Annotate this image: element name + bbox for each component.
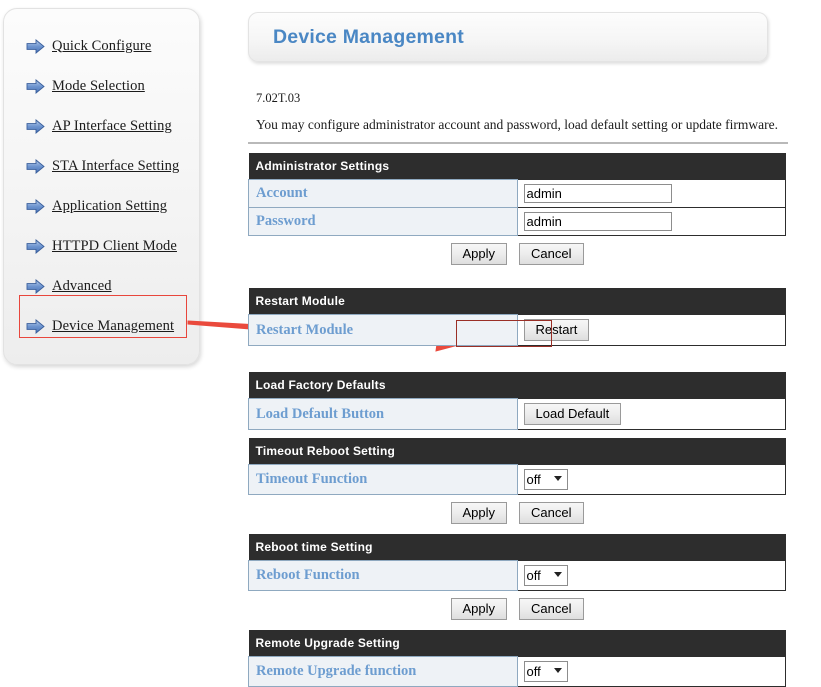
timeout-function-select[interactable]: off [523, 469, 568, 490]
cancel-button[interactable]: Cancel [519, 243, 584, 265]
cancel-button[interactable]: Cancel [519, 598, 584, 620]
blue-arrow-icon [26, 238, 45, 254]
section-header-row: Restart Module [248, 288, 786, 315]
password-value-cell [516, 207, 786, 236]
sidebar-item-label: Quick Configure [52, 37, 152, 54]
remote-upgrade-label: Remote Upgrade function [248, 656, 518, 687]
restart-button[interactable]: Restart [523, 319, 590, 341]
reboot-function-select-wrap: off [523, 565, 568, 586]
timeout-function-value-cell: off [516, 464, 786, 495]
table-row: Remote Upgrade function off [248, 656, 786, 687]
administrator-button-row: Apply Cancel [248, 243, 786, 267]
section-header-row: Remote Upgrade Setting [248, 630, 786, 657]
page-title: Device Management [273, 25, 464, 48]
remote-upgrade-table: Remote Upgrade Setting Remote Upgrade fu… [248, 630, 786, 687]
table-row: Password [248, 207, 786, 236]
section-title: Reboot time Setting [248, 534, 786, 561]
section-title: Timeout Reboot Setting [248, 438, 786, 465]
section-title: Load Factory Defaults [248, 372, 786, 399]
sidebar-item-httpd-client-mode[interactable]: HTTPD Client Mode [26, 235, 177, 257]
annotation-box-device-management [19, 295, 187, 338]
cancel-button[interactable]: Cancel [519, 502, 584, 524]
section-header-row: Reboot time Setting [248, 534, 786, 561]
blue-arrow-icon [26, 158, 45, 174]
sidebar-item-application-setting[interactable]: Application Setting [26, 195, 167, 217]
section-header-row: Timeout Reboot Setting [248, 438, 786, 465]
timeout-button-row: Apply Cancel [248, 502, 786, 526]
page-description: You may configure administrator account … [256, 117, 778, 132]
sidebar-item-advanced[interactable]: Advanced [26, 275, 112, 297]
section-title: Remote Upgrade Setting [248, 630, 786, 657]
section-title: Administrator Settings [248, 153, 786, 180]
main-content: Device Management 7.02T.03 You may confi… [248, 0, 788, 687]
sidebar-item-label: HTTPD Client Mode [52, 237, 177, 254]
restart-value-cell: Restart [516, 314, 786, 346]
table-row: Timeout Function off [248, 464, 786, 495]
section-header-row: Load Factory Defaults [248, 372, 786, 399]
sidebar-item-label: Advanced [52, 277, 112, 294]
timeout-function-label: Timeout Function [248, 464, 518, 495]
sidebar-item-sta-interface-setting[interactable]: STA Interface Setting [26, 155, 179, 177]
table-row: Reboot Function off [248, 560, 786, 591]
load-default-value-cell: Load Default [516, 398, 786, 430]
section-title: Restart Module [248, 288, 786, 315]
account-label: Account [248, 179, 518, 208]
administrator-settings-table: Administrator Settings Account Password [248, 153, 786, 236]
sidebar-item-mode-selection[interactable]: Mode Selection [26, 75, 145, 97]
sidebar-item-ap-interface-setting[interactable]: AP Interface Setting [26, 115, 172, 137]
table-row: Account [248, 179, 786, 208]
firmware-version: 7.02T.03 [256, 91, 301, 105]
restart-module-table: Restart Module Restart Module Restart [248, 288, 786, 346]
blue-arrow-icon [26, 38, 45, 54]
blue-arrow-icon [26, 118, 45, 134]
table-row: Load Default Button Load Default [248, 398, 786, 430]
section-header-row: Administrator Settings [248, 153, 786, 180]
load-default-label: Load Default Button [248, 398, 518, 430]
blue-arrow-icon [26, 198, 45, 214]
sidebar-item-label: Application Setting [52, 197, 168, 214]
password-input[interactable] [523, 212, 672, 231]
remote-upgrade-value-cell: off [516, 656, 786, 687]
apply-button[interactable]: Apply [450, 598, 508, 620]
reboot-function-label: Reboot Function [248, 560, 518, 591]
timeout-reboot-table: Timeout Reboot Setting Timeout Function … [248, 438, 786, 495]
sidebar-item-quick-configure[interactable]: Quick Configure [26, 35, 151, 57]
sidebar-item-label: AP Interface Setting [52, 117, 172, 134]
password-label: Password [248, 207, 518, 236]
load-default-button[interactable]: Load Default [523, 403, 622, 425]
sidebar-item-label: STA Interface Setting [52, 157, 180, 174]
reboot-button-row: Apply Cancel [248, 598, 786, 622]
blue-arrow-icon [26, 78, 45, 94]
reboot-function-select[interactable]: off [523, 565, 568, 586]
load-factory-defaults-table: Load Factory Defaults Load Default Butto… [248, 372, 786, 430]
apply-button[interactable]: Apply [450, 243, 508, 265]
table-row: Restart Module Restart [248, 314, 786, 346]
remote-upgrade-select[interactable]: off [523, 661, 568, 682]
reboot-function-value-cell: off [516, 560, 786, 591]
reboot-time-table: Reboot time Setting Reboot Function off [248, 534, 786, 591]
blue-arrow-icon [26, 278, 45, 294]
remote-upgrade-select-wrap: off [523, 661, 568, 682]
account-value-cell [516, 179, 786, 208]
content-divider [248, 142, 788, 144]
timeout-function-select-wrap: off [523, 469, 568, 490]
account-input[interactable] [523, 184, 672, 203]
apply-button[interactable]: Apply [450, 502, 508, 524]
sidebar-item-label: Mode Selection [52, 77, 145, 94]
page-header-panel: Device Management [248, 12, 768, 62]
restart-module-label: Restart Module [248, 314, 518, 346]
